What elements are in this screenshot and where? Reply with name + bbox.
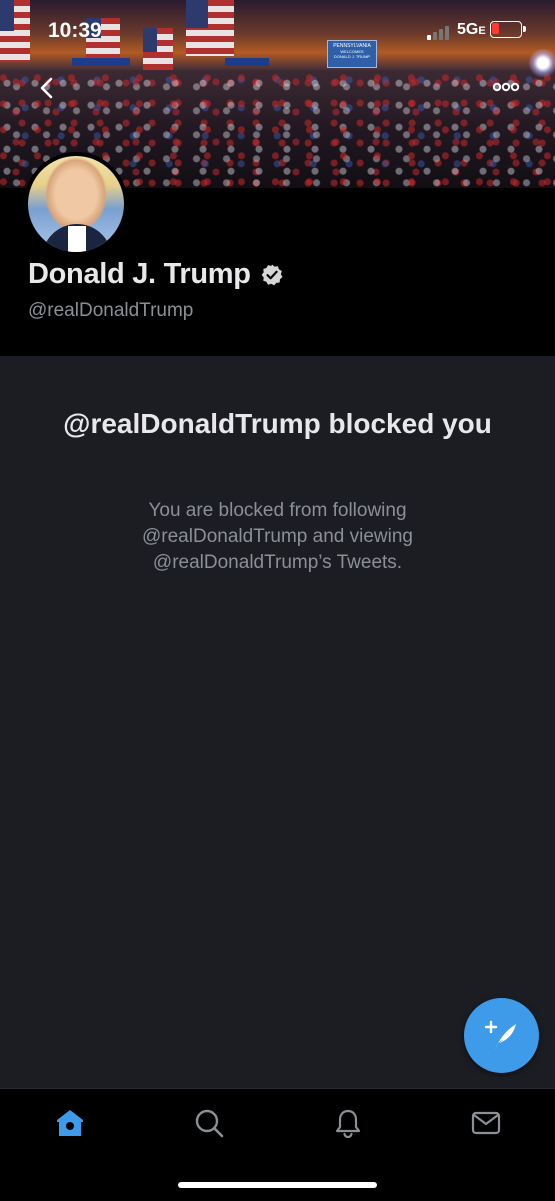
tab-notifications[interactable] <box>332 1107 364 1139</box>
status-bar: 10:39 5GE <box>0 0 555 60</box>
network-suffix: E <box>478 25 486 37</box>
more-horizontal-icon <box>492 82 520 92</box>
blocked-title: @realDonaldTrump blocked you <box>63 408 492 439</box>
chevron-left-icon <box>40 77 53 99</box>
mail-icon <box>471 1111 501 1135</box>
compose-tweet-button[interactable] <box>464 998 539 1073</box>
more-options-button[interactable] <box>490 77 522 97</box>
status-time: 10:39 <box>48 19 102 42</box>
home-icon <box>57 1110 83 1136</box>
tab-messages[interactable] <box>470 1107 502 1139</box>
profile-name: Donald J. Trump <box>28 258 251 290</box>
blocked-description: You are blocked from following @realDona… <box>142 500 413 573</box>
avatar[interactable] <box>24 152 128 256</box>
back-button[interactable] <box>32 73 62 103</box>
search-icon <box>195 1109 224 1138</box>
profile-name-row: Donald J. Trump <box>28 258 284 291</box>
compose-tweet-icon <box>484 1020 516 1050</box>
tab-search[interactable] <box>193 1107 225 1139</box>
signal-strength-icon <box>427 24 453 40</box>
tab-home[interactable] <box>54 1107 86 1139</box>
profile-handle: @realDonaldTrump <box>28 300 194 321</box>
home-indicator[interactable] <box>178 1182 377 1188</box>
network-type: 5GE <box>457 21 486 39</box>
network-label: 5G <box>457 21 479 38</box>
bell-icon <box>335 1109 361 1139</box>
verified-badge-icon <box>261 264 283 285</box>
battery-icon <box>490 21 526 38</box>
